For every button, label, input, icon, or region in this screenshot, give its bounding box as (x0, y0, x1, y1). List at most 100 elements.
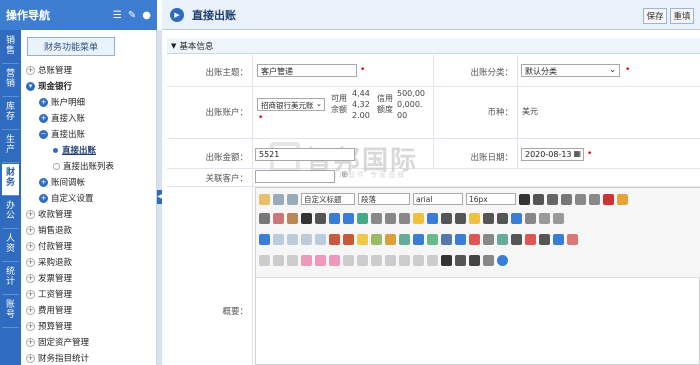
case-icon[interactable] (511, 213, 522, 224)
underline-icon[interactable] (547, 193, 558, 205)
tree-item-budget[interactable]: + 预算管理 (26, 320, 72, 332)
tree-item-purchase-refund[interactable]: + 采购退款 (26, 256, 72, 268)
insert-col-icon[interactable] (329, 255, 340, 266)
tree-item-transfer[interactable]: + 账间调帐 (39, 176, 85, 188)
align-full-icon[interactable] (497, 213, 508, 224)
quote-icon[interactable] (301, 213, 312, 224)
merge-cells-icon[interactable] (357, 255, 368, 266)
align-left-icon[interactable] (441, 213, 452, 224)
tree-item-direct-out[interactable]: − 直接出账 (39, 128, 85, 140)
template-icon[interactable] (483, 234, 494, 245)
image-right-icon[interactable] (301, 234, 312, 245)
reset-button[interactable]: 重填 (670, 8, 694, 24)
strike-icon[interactable] (561, 193, 572, 205)
vtab-hr[interactable]: 人资 (2, 230, 19, 262)
frame-icon[interactable] (441, 234, 452, 245)
tree-item-account-detail[interactable]: + 账户明细 (39, 96, 85, 108)
select-all-icon[interactable] (357, 213, 368, 224)
case-lower-icon[interactable] (525, 213, 536, 224)
tree-item-custom-settings[interactable]: + 自定义设置 (39, 192, 94, 204)
bullet-list-icon[interactable] (343, 213, 354, 224)
source-icon[interactable] (259, 213, 270, 224)
code-icon[interactable] (455, 234, 466, 245)
category-select[interactable]: 默认分类 ⌄ (521, 64, 620, 77)
merge-right-icon[interactable] (371, 255, 382, 266)
attachment-icon[interactable] (399, 234, 410, 245)
vtab-account[interactable]: 账号 (2, 296, 19, 328)
line-height-icon[interactable] (371, 213, 382, 224)
time-icon[interactable] (539, 234, 550, 245)
font-color-icon[interactable] (603, 193, 614, 205)
user-icon[interactable]: ● (142, 10, 151, 21)
title-select[interactable]: 自定义标题 (301, 193, 355, 205)
delete-table-icon[interactable] (273, 255, 284, 266)
delete-col-icon[interactable] (343, 255, 354, 266)
delete-row-icon[interactable] (315, 255, 326, 266)
save-button[interactable]: 保存 (643, 8, 667, 24)
hr-icon[interactable] (511, 234, 522, 245)
tree-item-ledger[interactable]: + 总账管理 (26, 64, 72, 76)
indent-icon[interactable] (385, 213, 396, 224)
italic-icon[interactable] (533, 193, 544, 205)
find-icon[interactable] (469, 255, 480, 266)
tree-item-expenses[interactable]: + 费用管理 (26, 304, 72, 316)
account-select[interactable]: 招商银行美元账 ⌄ (257, 98, 325, 111)
help-icon[interactable] (497, 255, 508, 266)
print-icon[interactable] (441, 255, 452, 266)
insert-table-icon[interactable] (259, 255, 270, 266)
tree-item-receipts[interactable]: + 收款管理 (26, 208, 72, 220)
split-cells-icon[interactable] (399, 255, 410, 266)
search-icon[interactable]: ⊕ (341, 170, 349, 180)
brush-icon[interactable] (259, 193, 270, 205)
align-right-icon[interactable] (483, 213, 494, 224)
list-icon[interactable]: ☰ (113, 10, 122, 21)
map-icon[interactable] (413, 234, 424, 245)
paragraph-spacing-icon[interactable] (399, 213, 410, 224)
collapse-arrow-icon[interactable]: ◀ (157, 190, 162, 204)
tree-item-cash-bank[interactable]: ▾ 现金银行 (26, 80, 72, 92)
preview-icon[interactable] (455, 255, 466, 266)
subject-input[interactable]: 客户管递 (257, 64, 357, 77)
multi-image-icon[interactable] (343, 234, 354, 245)
tree-item-direct-in[interactable]: + 直接入账 (39, 112, 85, 124)
rich-text-editor[interactable]: 自定义标题 段落 arial 16px (255, 187, 700, 365)
gmap-icon[interactable] (427, 234, 438, 245)
wordimage-icon[interactable] (567, 234, 578, 245)
special-char-icon[interactable] (553, 234, 564, 245)
ordered-list-icon[interactable] (329, 213, 340, 224)
align-justify-icon[interactable] (455, 213, 466, 224)
finance-menu-button[interactable]: 财务功能菜单 (27, 37, 115, 56)
video-icon[interactable] (385, 234, 396, 245)
section-basic-info[interactable]: ▼ 基本信息 (167, 38, 700, 54)
vtab-marketing[interactable]: 营销 (2, 65, 19, 97)
background-icon[interactable] (497, 234, 508, 245)
undo-icon[interactable] (273, 193, 284, 205)
merge-down-icon[interactable] (385, 255, 396, 266)
vtab-inventory[interactable]: 库存 (2, 98, 19, 130)
vtab-finance[interactable]: 财务 (2, 164, 19, 196)
tree-item-fixed-assets[interactable]: + 固定资产管理 (26, 336, 89, 348)
split-rows-icon[interactable] (413, 255, 424, 266)
vtab-production[interactable]: 生产 (2, 131, 19, 163)
clear-format-icon[interactable] (315, 213, 326, 224)
emoji-icon[interactable] (357, 234, 368, 245)
font-select[interactable]: arial (413, 193, 463, 205)
bold-icon[interactable] (519, 193, 530, 205)
image-left-icon[interactable] (273, 234, 284, 245)
split-cols-icon[interactable] (427, 255, 438, 266)
image-icon[interactable] (329, 234, 340, 245)
superscript-icon[interactable] (575, 193, 586, 205)
vtab-sales[interactable]: 销售 (2, 32, 19, 64)
html-icon[interactable] (483, 255, 494, 266)
eraser-icon[interactable] (273, 213, 284, 224)
paragraph-select[interactable]: 段落 (358, 193, 410, 205)
redo-icon[interactable] (287, 193, 298, 205)
amount-input[interactable]: 5521 (255, 148, 355, 161)
scrawl-icon[interactable] (371, 234, 382, 245)
rtl-icon[interactable] (427, 213, 438, 224)
vtab-stats[interactable]: 统计 (2, 263, 19, 295)
tools-icon[interactable]: ✎ (128, 10, 136, 21)
tree-item-finance-stats[interactable]: + 财务指目统计 (26, 352, 89, 364)
highlight-icon[interactable] (617, 193, 628, 205)
vtab-office[interactable]: 办公 (2, 197, 19, 229)
